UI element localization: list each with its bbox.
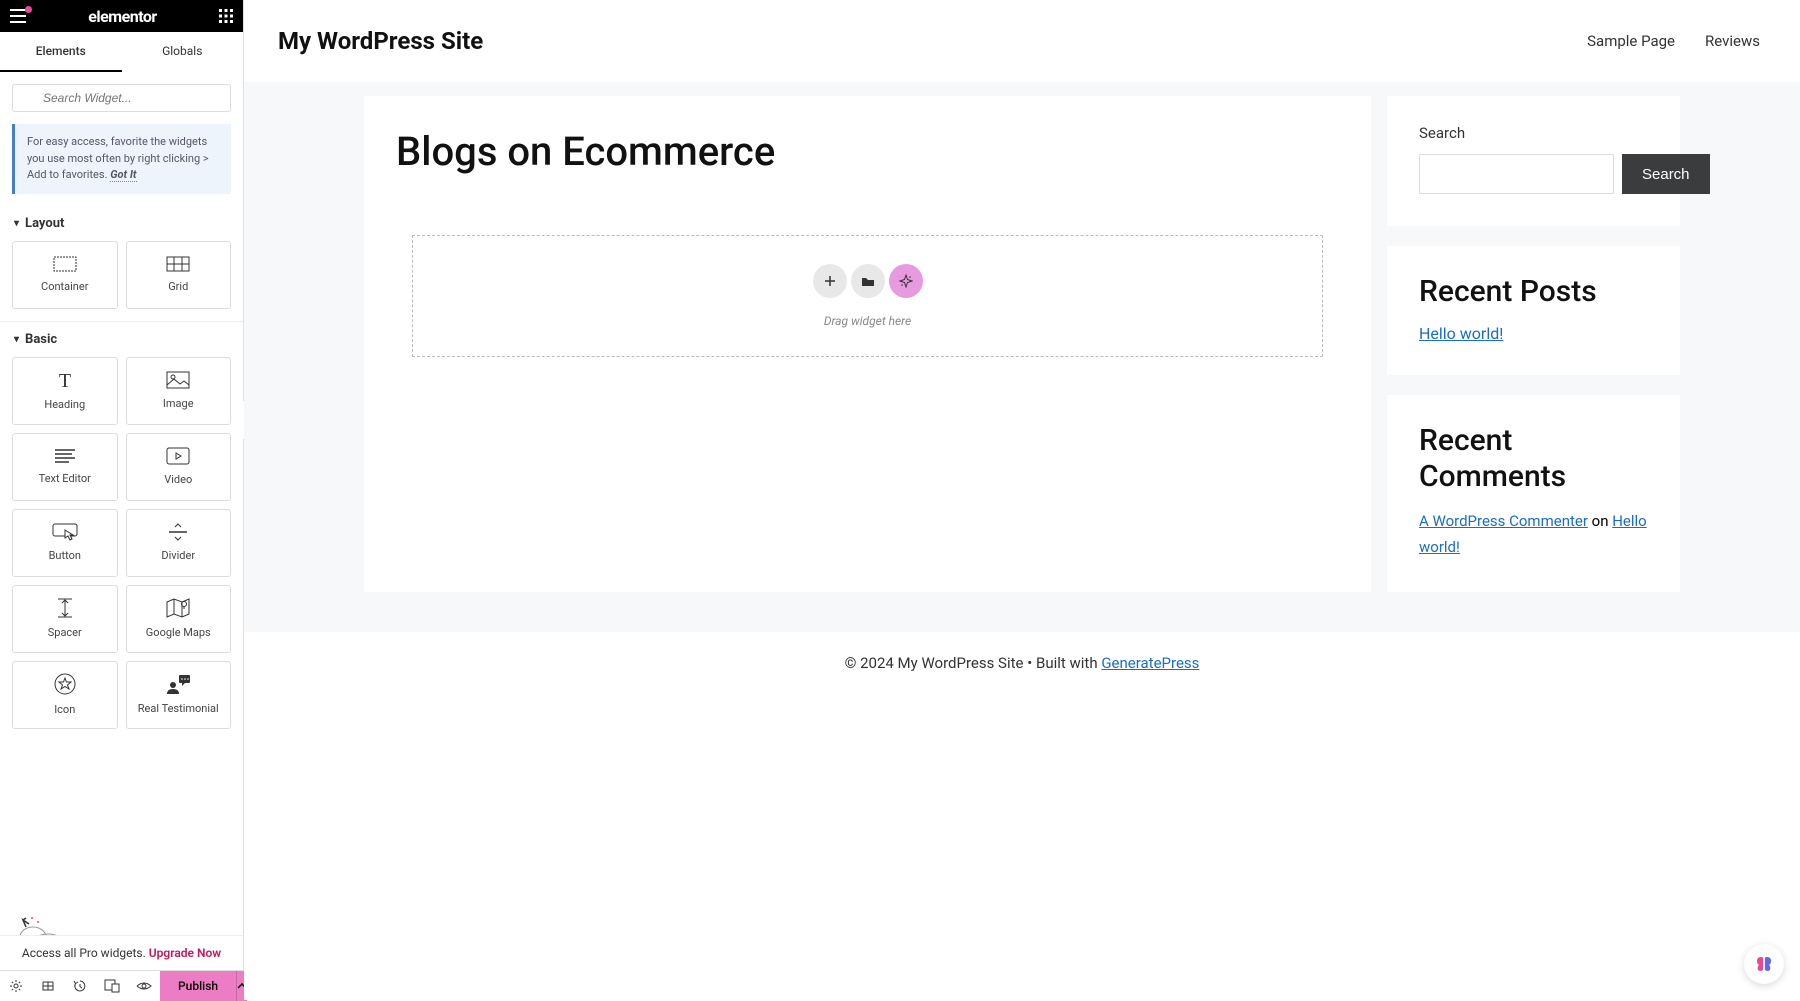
site-search-button[interactable]: Search (1622, 154, 1710, 194)
widget-label: Grid (168, 280, 188, 293)
site-footer: © 2024 My WordPress Site • Built with Ge… (244, 632, 1800, 694)
comment-on-text: on (1588, 512, 1612, 530)
widget-container[interactable]: Container (12, 241, 118, 309)
history-button[interactable] (64, 971, 96, 1001)
site-nav: Sample Page Reviews (1587, 32, 1760, 50)
responsive-button[interactable] (96, 971, 128, 1001)
nav-reviews[interactable]: Reviews (1705, 32, 1760, 50)
menu-button[interactable] (10, 9, 26, 23)
recent-posts-widget: Recent Posts Hello world! (1387, 246, 1680, 375)
widget-label: Heading (44, 398, 85, 411)
grid-icon (166, 256, 190, 272)
widget-spacer[interactable]: Spacer (12, 585, 118, 653)
video-icon (166, 447, 190, 465)
widget-grid[interactable]: Grid (126, 241, 232, 309)
elementor-panel: elementor Elements Globals For easy acce… (0, 0, 244, 1000)
widget-label: Google Maps (146, 626, 211, 639)
widget-divider[interactable]: Divider (126, 509, 232, 577)
widget-label: Text Editor (39, 472, 91, 485)
widget-label: Divider (161, 549, 195, 562)
widget-text-editor[interactable]: Text Editor (12, 433, 118, 501)
heading-icon: T (54, 370, 76, 390)
nav-sample-page[interactable]: Sample Page (1587, 32, 1675, 50)
star-icon (54, 673, 76, 695)
footer-copy: © 2024 My WordPress Site • Built with (845, 654, 1102, 672)
testimonial-icon (165, 674, 191, 694)
widget-label: Real Testimonial (138, 702, 219, 715)
widget-image[interactable]: Image (126, 357, 232, 425)
comment-author-link[interactable]: A WordPress Commenter (1419, 512, 1588, 530)
widget-real-testimonial[interactable]: Real Testimonial (126, 661, 232, 729)
image-icon (166, 371, 190, 389)
divider-icon (168, 523, 188, 541)
recent-posts-title: Recent Posts (1419, 274, 1648, 310)
widget-heading[interactable]: T Heading (12, 357, 118, 425)
search-widget-input[interactable] (12, 84, 231, 112)
site-header: My WordPress Site Sample Page Reviews (244, 0, 1800, 82)
spacer-icon (57, 598, 73, 618)
drop-hint: Drag widget here (824, 314, 911, 328)
widget-button[interactable]: Button (12, 509, 118, 577)
panel-header: elementor (0, 0, 243, 32)
drop-zone[interactable]: Drag widget here (412, 235, 1323, 357)
text-editor-icon (54, 448, 76, 464)
widget-label: Spacer (48, 626, 82, 639)
ai-button[interactable] (889, 264, 923, 298)
elementor-logo: elementor (88, 7, 157, 26)
tab-elements[interactable]: Elements (0, 32, 122, 72)
apps-button[interactable] (219, 9, 233, 23)
search-label: Search (1419, 124, 1648, 142)
map-icon (166, 598, 190, 618)
add-template-button[interactable] (851, 264, 885, 298)
preview-button[interactable] (128, 971, 160, 1001)
widget-google-maps[interactable]: Google Maps (126, 585, 232, 653)
recent-comments-title: Recent Comments (1419, 423, 1648, 495)
pro-text: Access all Pro widgets. (22, 946, 149, 960)
settings-button[interactable] (0, 971, 32, 1001)
search-widget: Search Search (1387, 96, 1680, 226)
editor-canvas: My WordPress Site Sample Page Reviews Bl… (244, 0, 1800, 1000)
panel-footer: Publish (0, 970, 243, 1000)
section-layout-header[interactable]: Layout (0, 206, 243, 241)
widget-label: Container (41, 280, 88, 293)
footer-theme-link[interactable]: GeneratePress (1101, 654, 1199, 672)
site-search-input[interactable] (1419, 154, 1614, 194)
publish-button[interactable]: Publish (160, 971, 236, 1001)
widget-label: Video (164, 473, 192, 486)
pro-upsell: Access all Pro widgets. Upgrade Now (0, 935, 243, 970)
content-area: Blogs on Ecommerce Drag widget here (364, 96, 1371, 592)
section-basic-header[interactable]: Basic (0, 322, 243, 357)
container-icon (53, 256, 77, 272)
ai-assistant-fab[interactable] (1744, 944, 1784, 984)
button-icon (52, 523, 78, 541)
tip-dismiss[interactable]: Got It (110, 168, 136, 182)
panel-tabs: Elements Globals (0, 32, 243, 72)
page-heading: Blogs on Ecommerce (396, 128, 1339, 175)
site-title: My WordPress Site (278, 27, 483, 55)
widget-video[interactable]: Video (126, 433, 232, 501)
recent-post-link[interactable]: Hello world! (1419, 324, 1503, 343)
widget-label: Image (163, 397, 194, 410)
add-section-button[interactable] (813, 264, 847, 298)
recent-comments-widget: Recent Comments A WordPress Commenter on… (1387, 395, 1680, 592)
upgrade-link[interactable]: Upgrade Now (149, 946, 221, 960)
favorites-tip: For easy access, favorite the widgets yo… (12, 124, 231, 194)
widget-label: Button (49, 549, 81, 562)
widget-icon[interactable]: Icon (12, 661, 118, 729)
notification-badge (25, 6, 32, 13)
tab-globals[interactable]: Globals (122, 32, 244, 72)
navigator-button[interactable] (32, 971, 64, 1001)
widget-label: Icon (54, 703, 75, 716)
svg-text:T: T (59, 370, 71, 390)
